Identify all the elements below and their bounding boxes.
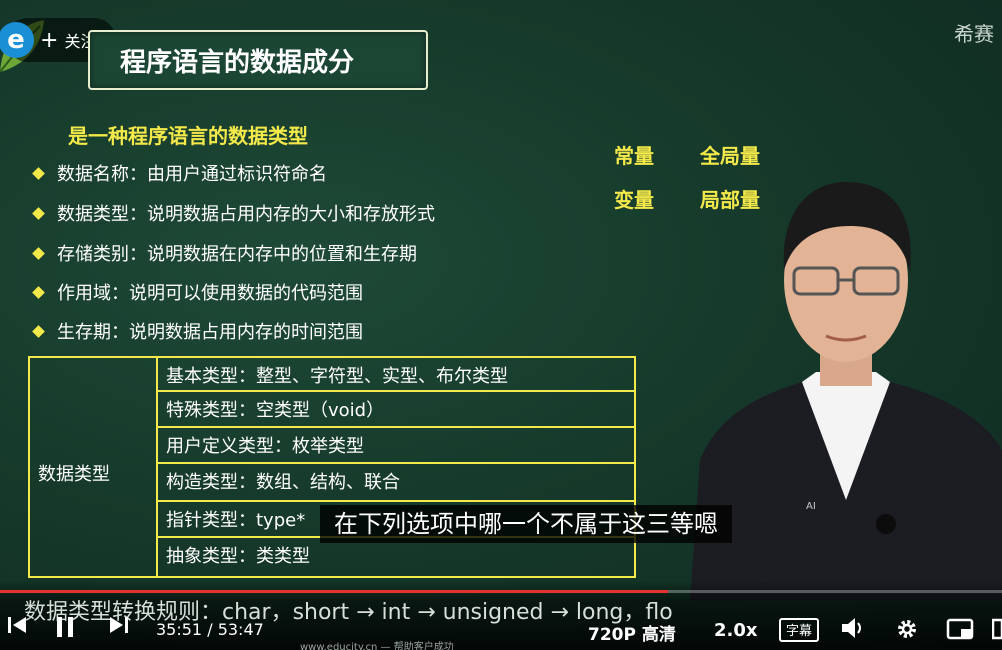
duration: 53:47 — [217, 620, 264, 639]
time-separator: / — [207, 620, 213, 639]
keyword-constant: 常量 — [614, 144, 654, 168]
table-row: 基本类型：整型、字符型、实型、布尔类型 — [158, 358, 634, 392]
table-cell: 构造类型：数组、结构、联合 — [166, 472, 400, 493]
next-icon[interactable] — [108, 614, 130, 636]
diamond-bullet-icon — [32, 207, 45, 220]
keyword-variable: 变量 — [614, 188, 654, 212]
bullet-text: 作用域：说明可以使用数据的代码范围 — [57, 283, 363, 304]
previous-icon[interactable] — [6, 614, 28, 636]
brand-watermark: 希赛 — [954, 22, 994, 46]
table-cell: 指针类型：type* — [166, 510, 306, 531]
diamond-bullet-icon — [32, 286, 45, 299]
table-cell: 用户定义类型：枚举类型 — [166, 436, 364, 457]
progress-bar[interactable] — [0, 590, 1002, 593]
bullet-text: 数据名称：由用户通过标识符命名 — [57, 164, 327, 185]
volume-icon[interactable] — [840, 616, 866, 640]
bullet-text: 数据类型：说明数据占用内存的大小和存放形式 — [57, 204, 435, 225]
table-cell: 基本类型：整型、字符型、实型、布尔类型 — [166, 366, 508, 387]
pause-icon[interactable] — [52, 614, 78, 640]
table-row: 构造类型：数组、结构、联合 — [158, 464, 634, 502]
bullet-text: 生存期：说明数据占用内存的时间范围 — [57, 322, 363, 343]
slide-title-box: 程序语言的数据成分 — [88, 30, 428, 90]
list-item: 生存期：说明数据占用内存的时间范围 — [32, 318, 363, 344]
ai-caption-badge: AI — [806, 501, 816, 512]
current-time: 35:51 — [156, 620, 203, 639]
quality-button[interactable]: 720P 高清 — [588, 620, 676, 645]
table-header-cell: 数据类型 — [30, 358, 158, 576]
slide-footer-url: www.educity.cn — 帮助客户成功 — [300, 642, 454, 650]
list-item: 数据类型：说明数据占用内存的大小和存放形式 — [32, 200, 435, 226]
table-row: 用户定义类型：枚举类型 — [158, 428, 634, 464]
plus-icon: + — [40, 27, 59, 53]
list-item: 存储类别：说明数据在内存中的位置和生存期 — [32, 240, 417, 266]
video-frame[interactable]: e + 关注 希赛 程序语言的数据成分 是一种程序语言的数据类型 数据名称：由用… — [0, 0, 1002, 650]
channel-logo-icon: e — [0, 22, 34, 58]
fullscreen-icon[interactable] — [992, 618, 1002, 640]
subtitle-caption: 在下列选项中哪一个不属于这三等嗯 — [320, 505, 732, 543]
bullet-text: 存储类别：说明数据在内存中的位置和生存期 — [57, 244, 417, 265]
slide-subtitle: 是一种程序语言的数据类型 — [68, 124, 308, 148]
list-item: 数据名称：由用户通过标识符命名 — [32, 160, 327, 186]
list-item: 作用域：说明可以使用数据的代码范围 — [32, 279, 363, 305]
settings-gear-icon[interactable] — [894, 616, 920, 642]
picture-in-picture-icon[interactable] — [946, 618, 976, 640]
speed-button[interactable]: 2.0x — [714, 620, 758, 641]
progress-fill — [0, 590, 669, 593]
table-cell: 特殊类型：空类型（void） — [166, 400, 385, 421]
time-display: 35:51 / 53:47 — [156, 620, 264, 639]
presenter-image — [690, 181, 1002, 600]
table-row: 抽象类型：类类型 — [158, 538, 634, 574]
table-row: 特殊类型：空类型（void） — [158, 392, 634, 428]
data-type-table: 数据类型 基本类型：整型、字符型、实型、布尔类型 特殊类型：空类型（void） … — [28, 356, 636, 578]
table-cell: 抽象类型：类类型 — [166, 546, 310, 567]
subtitles-button[interactable]: 字幕 — [779, 618, 819, 642]
table-header: 数据类型 — [38, 464, 110, 485]
diamond-bullet-icon — [32, 167, 45, 180]
diamond-bullet-icon — [32, 325, 45, 338]
slide-title: 程序语言的数据成分 — [120, 48, 355, 78]
diamond-bullet-icon — [32, 247, 45, 260]
